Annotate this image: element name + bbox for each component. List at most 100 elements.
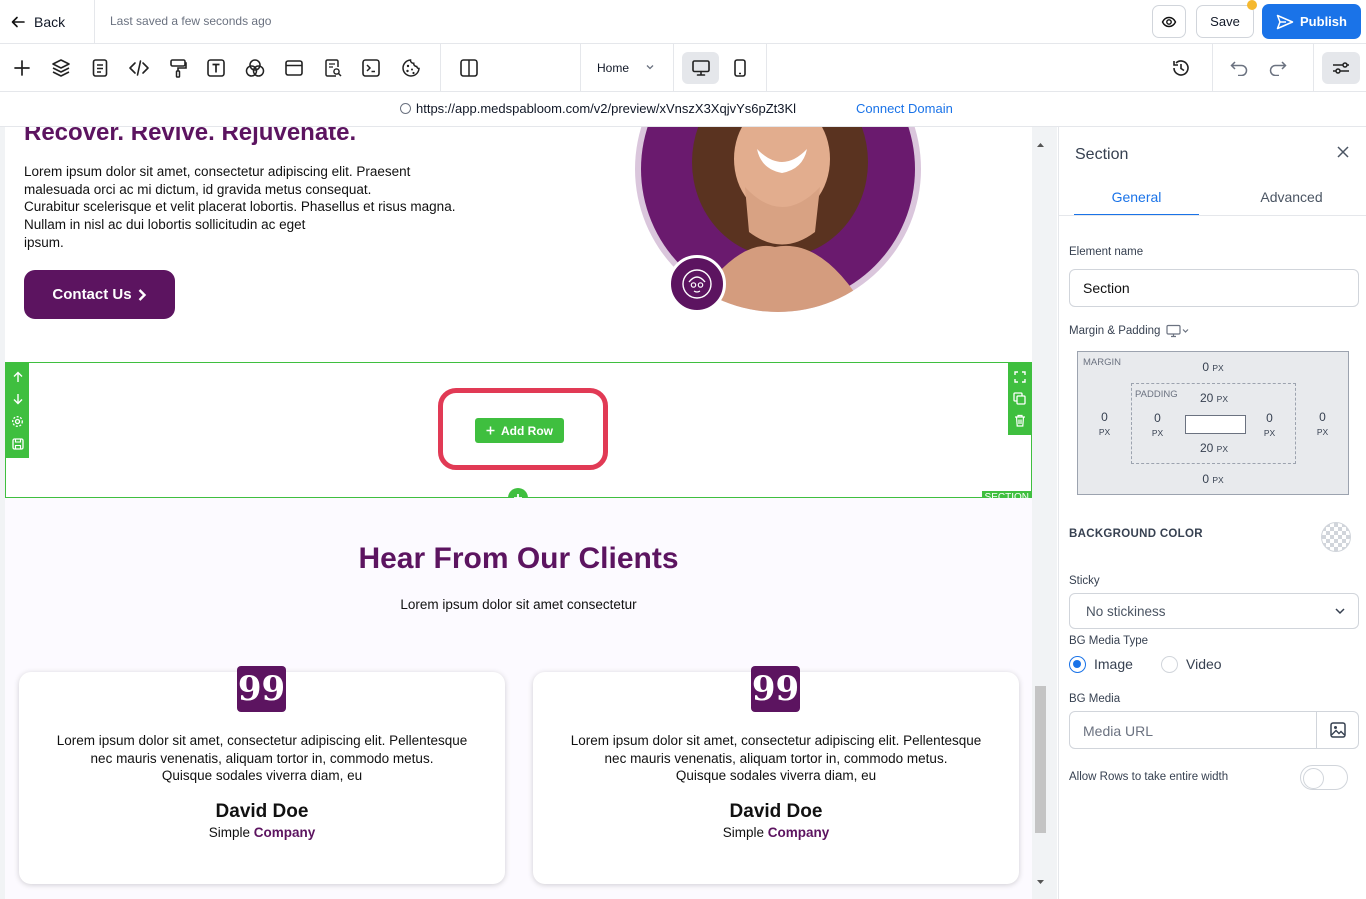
margin-bottom[interactable]: 0 PX [1193,472,1233,486]
redo-icon[interactable] [1266,56,1290,80]
selected-section[interactable]: Add Row SECTION [5,362,1032,504]
expand-icon[interactable] [1013,370,1026,383]
preview-url[interactable]: https://app.medspabloom.com/v2/preview/x… [416,101,796,116]
monitor-icon[interactable] [1166,324,1190,338]
padding-box: PADDING 20 PX 0 PX 0 PX 20 PX [1131,383,1296,464]
highlight-annotation [438,388,608,470]
paint-roller-icon[interactable] [166,56,190,80]
margin-padding-label: Margin & Padding [1069,324,1190,338]
margin-left[interactable]: 0 PX [1092,410,1117,438]
scrollbar-thumb[interactable] [1035,686,1046,833]
testimonial-card[interactable]: 99 Lorem ipsum dolor sit amet, consectet… [19,666,505,884]
sliders-icon [1331,60,1351,76]
text-icon[interactable] [204,56,228,80]
save-icon[interactable] [11,438,24,450]
sticky-select[interactable]: No stickiness [1069,593,1359,629]
radio-image[interactable] [1069,656,1086,673]
move-down-icon[interactable] [12,393,24,405]
gear-icon[interactable] [11,415,24,428]
monitor-icon [691,59,711,77]
media-url-field[interactable]: Media URL [1069,711,1359,749]
padding-left[interactable]: 0 PX [1145,411,1170,439]
background-color-swatch[interactable] [1321,522,1351,552]
back-label: Back [34,14,66,30]
builder-toolbar: Home [0,44,1366,92]
send-icon [1276,14,1294,30]
tab-advanced[interactable]: Advanced [1229,189,1354,205]
image-picker-button[interactable] [1316,712,1358,748]
radio-video[interactable] [1161,656,1178,673]
margin-padding-box: MARGIN 0 PX 0 PX 0 PX 0 PX PADDING 20 PX 0… [1077,351,1349,495]
desktop-view-button[interactable] [682,52,719,84]
testimonial-name: David Doe [729,801,823,822]
panel-title: Section [1075,146,1129,163]
element-name-label: Element name [1069,246,1144,258]
publish-label: Publish [1300,14,1347,29]
contact-us-button[interactable]: Contact Us [24,270,175,319]
testimonial-company: Simple Company [208,825,316,840]
layers-icon[interactable] [49,56,73,80]
close-icon[interactable] [1335,144,1351,160]
search-page-icon[interactable] [321,56,345,80]
testimonial-card[interactable]: 99 Lorem ipsum dolor sit amet, consectet… [533,666,1019,884]
contact-us-label: Contact Us [52,286,132,303]
chevron-right-icon [137,288,147,302]
quote-icon: 99 [237,666,286,712]
media-url-placeholder: Media URL [1083,723,1154,739]
margin-label: MARGIN [1083,357,1121,368]
mobile-view-button[interactable] [728,56,752,80]
undo-icon[interactable] [1227,56,1251,80]
bg-media-label: BG Media [1069,693,1121,705]
hero-paragraph[interactable]: Lorem ipsum dolor sit amet, consectetur … [24,163,494,252]
code-icon[interactable] [127,56,151,80]
margin-right[interactable]: 0 PX [1310,410,1335,438]
testimonial-text: Lorem ipsum dolor sit amet, consectetur … [570,733,982,784]
preview-button[interactable] [1152,5,1186,38]
radio-image-label[interactable]: Image [1094,656,1133,672]
settings-sliders-button[interactable] [1322,52,1360,84]
radio-video-label[interactable]: Video [1186,656,1222,672]
move-up-icon[interactable] [12,371,24,383]
tab-general[interactable]: General [1074,189,1199,216]
padding-top[interactable]: 20 PX [1194,391,1234,405]
eye-icon [1161,14,1177,30]
back-button[interactable]: Back [0,0,95,44]
connect-domain-link[interactable]: Connect Domain [856,101,953,116]
image-icon [1329,721,1347,739]
margin-top[interactable]: 0 PX [1193,360,1233,374]
sticky-label: Sticky [1069,575,1100,587]
plus-icon[interactable] [10,56,34,80]
testimonial-company: Simple Company [722,825,830,840]
columns-icon[interactable] [457,56,481,80]
save-button[interactable]: Save [1196,5,1254,38]
full-width-label: Allow Rows to take entire width [1069,771,1229,783]
cookie-icon[interactable] [399,56,423,80]
page-select[interactable]: Home [597,61,629,75]
testimonials-subtitle[interactable]: Lorem ipsum dolor sit amet consectetur [5,597,1032,612]
full-width-toggle[interactable] [1300,765,1348,790]
duplicate-icon[interactable] [1013,392,1026,405]
page-canvas: Recover. Revive. Rejuvenate. Lorem ipsum… [5,127,1032,899]
color-circles-icon[interactable] [243,56,267,80]
notification-dot [1247,0,1257,10]
layout-icon[interactable] [282,56,306,80]
padding-bottom[interactable]: 20 PX [1194,441,1234,455]
publish-button[interactable]: Publish [1262,4,1361,39]
padding-label: PADDING [1135,389,1178,400]
hero-heading[interactable]: Recover. Revive. Rejuvenate. [24,127,356,147]
trash-icon[interactable] [1014,414,1026,427]
element-name-field[interactable]: Section [1069,269,1359,307]
status-circle-icon [400,103,411,114]
quote-icon: 99 [751,666,800,712]
spa-face-icon [668,255,726,313]
top-bar: Back Last saved a few seconds ago Save P… [0,0,1366,44]
history-icon[interactable] [1169,56,1193,80]
chevron-down-icon[interactable] [645,62,655,72]
testimonials-title[interactable]: Hear From Our Clients [5,542,1032,576]
testimonials-section: Hear From Our Clients Lorem ipsum dolor … [5,498,1032,899]
section-right-tools [1008,363,1031,435]
arrow-left-icon [11,15,25,29]
terminal-icon[interactable] [359,56,383,80]
padding-right[interactable]: 0 PX [1257,411,1282,439]
page-icon[interactable] [88,56,112,80]
